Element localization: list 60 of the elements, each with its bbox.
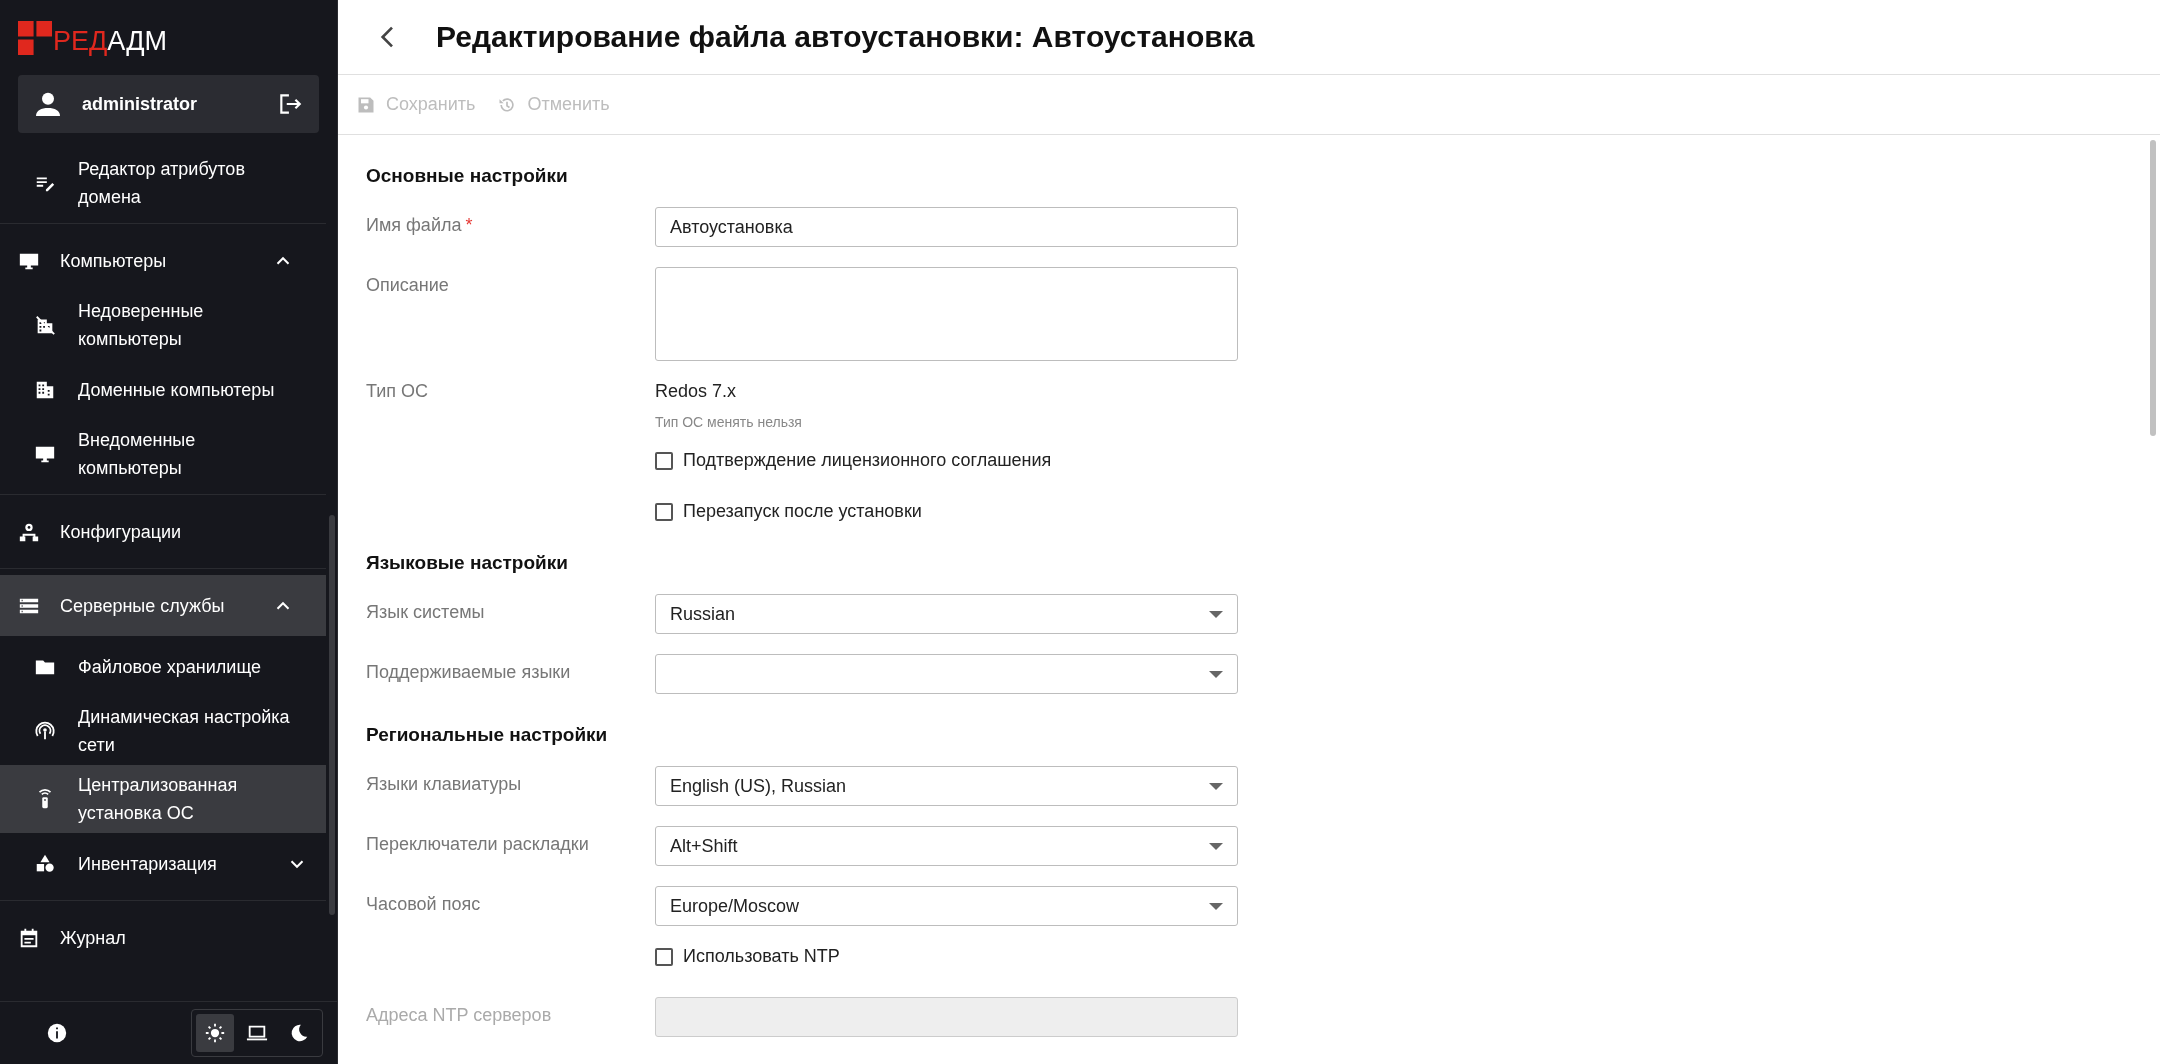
text-field[interactable]: Автоустановка [655, 207, 1238, 247]
page-title: Редактирование файла автоустановки: Автоустановка [436, 20, 1255, 54]
nav-item[interactable]: Централизованная установка ОС [0, 765, 326, 833]
field-value: Redos 7.x [655, 381, 738, 402]
theme-toggle[interactable] [191, 1009, 323, 1057]
nav-item[interactable]: Доменные компьютеры [0, 359, 326, 420]
logout-icon [277, 91, 303, 117]
scrollbar[interactable] [2150, 140, 2156, 436]
field-hint: Тип ОС менять нельзя [655, 414, 803, 430]
caret-down-icon [1209, 610, 1223, 618]
field-label: Переключатели раскладки [366, 834, 589, 854]
theme-option[interactable] [196, 1014, 234, 1052]
field-label: Языки клавиатуры [366, 774, 522, 794]
nav-item[interactable]: Внедоменные компьютеры [0, 420, 326, 488]
nav-item[interactable]: Серверные службы [0, 575, 326, 636]
nav-item[interactable]: Компьютеры [0, 230, 326, 291]
caret-down-icon [1209, 782, 1223, 790]
nav-item[interactable]: Конфигурации [0, 501, 326, 562]
section-heading: Региональные настройки [366, 724, 609, 746]
user-name: administrator [82, 93, 199, 115]
nav-item[interactable]: Файловое хранилище [0, 636, 326, 697]
field-label: Поддерживаемые языки [366, 662, 571, 682]
info-button[interactable] [46, 1022, 68, 1044]
section-heading: Языковые настройки [366, 552, 569, 574]
dropdown-field[interactable]: English (US), Russian [655, 766, 1238, 806]
required-mark: * [465, 215, 473, 235]
nav-item[interactable]: Недоверенные компьютеры [0, 291, 326, 359]
dropdown-field[interactable]: Russian [655, 594, 1238, 634]
nav-item[interactable]: Журнал [0, 907, 326, 968]
sun-icon [204, 1022, 226, 1044]
nav-item[interactable]: Инвентаризация [0, 833, 326, 894]
caret-down-icon [1209, 902, 1223, 910]
logo-squares-icon [18, 21, 52, 55]
crossed-building-icon [34, 314, 56, 336]
section-heading: Основные настройки [366, 165, 569, 187]
info-icon [46, 1022, 68, 1044]
nav-item[interactable]: Редактор атрибутов домена [0, 149, 326, 217]
caret-down-icon [1209, 842, 1223, 850]
field-label: Описание [366, 275, 449, 295]
field-label: Имя файла [366, 215, 462, 235]
checkbox[interactable] [655, 947, 673, 966]
dropdown-field[interactable] [655, 654, 1238, 694]
nav-item[interactable]: Динамическая настройка сети [0, 697, 326, 765]
broadcast-icon [34, 720, 56, 742]
dropdown-field[interactable]: Alt+Shift [655, 826, 1238, 866]
caret-down-icon [1209, 670, 1223, 678]
dropdown-field[interactable]: Europe/Moscow [655, 886, 1238, 926]
field-label: Язык системы [366, 602, 485, 622]
logo: РЕДАДМ [0, 0, 337, 55]
checkbox-label: Подтверждение лицензионного соглашения [683, 450, 1052, 471]
checkbox[interactable] [655, 502, 673, 521]
field-label: Тип ОС [366, 381, 428, 401]
logout-button[interactable] [277, 91, 303, 117]
field-label: Адреса NTP серверов [366, 1005, 552, 1025]
field-label: Часовой пояс [366, 894, 481, 914]
calendar-icon [18, 926, 40, 949]
checkbox-label: Использовать NTP [683, 946, 840, 967]
checkbox[interactable] [655, 451, 673, 470]
checkbox-label: Перезапуск после установки [683, 501, 922, 522]
scrollbar[interactable] [329, 515, 335, 915]
